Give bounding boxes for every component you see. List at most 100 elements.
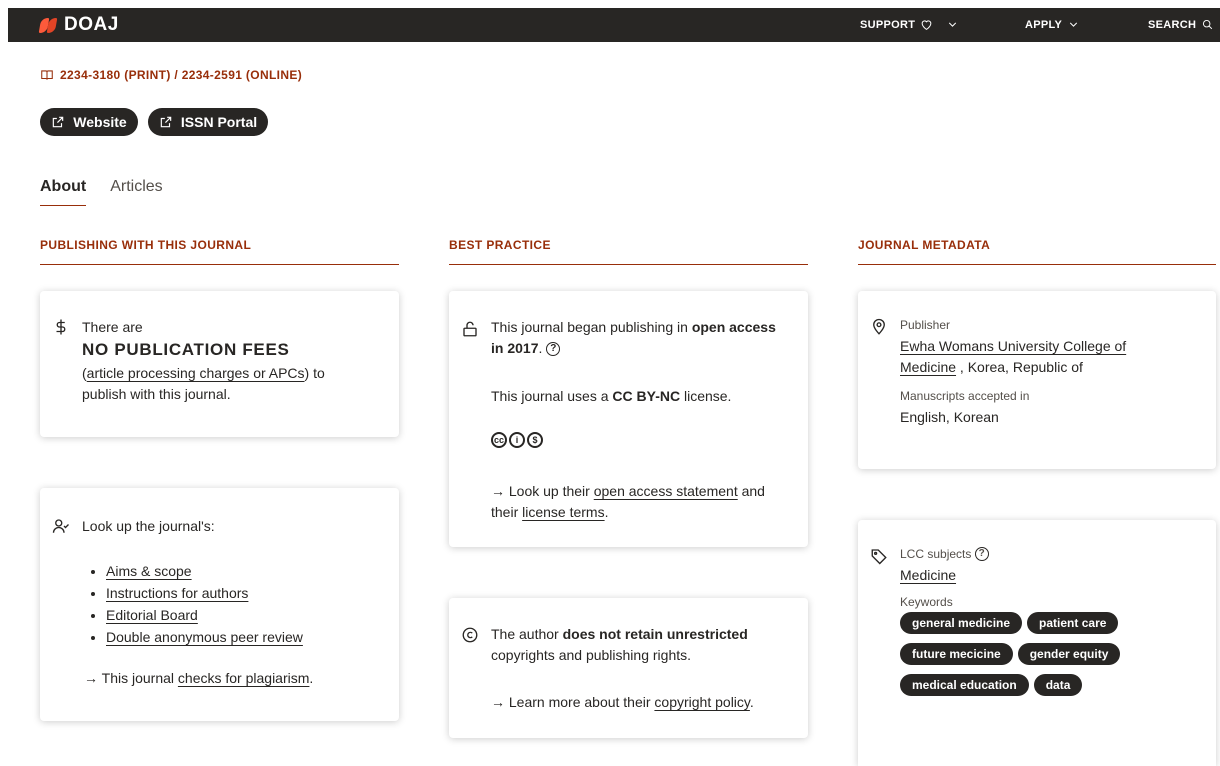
manuscripts-label: Manuscripts accepted in xyxy=(900,389,1030,403)
section-divider xyxy=(858,264,1216,265)
doaj-logo-icon xyxy=(38,16,60,34)
oa-lookup-text: → Look up their open access statement an… xyxy=(491,481,796,523)
oa-dot: . xyxy=(538,340,543,356)
list-item: Aims & scope xyxy=(106,560,303,582)
keywords-label: Keywords xyxy=(900,595,953,609)
publish-line: publish with this journal. xyxy=(82,386,231,402)
languages-value: English, Korean xyxy=(900,409,999,425)
copyright-icon xyxy=(462,627,478,643)
keywords-list: general medicine patient care future mecic… xyxy=(900,611,1150,704)
website-button[interactable]: Website xyxy=(40,108,138,136)
license-prefix: This journal uses a xyxy=(491,388,613,404)
plagiarism-link[interactable]: checks for plagiarism xyxy=(178,670,310,686)
keyword-tag[interactable]: future mecicine xyxy=(900,643,1013,665)
apc-link[interactable]: article processing charges or APCs xyxy=(87,365,305,381)
search-icon xyxy=(1203,19,1213,30)
publication-fees-card: There are NO PUBLICATION FEES (article p… xyxy=(40,291,399,437)
list-item: Instructions for authors xyxy=(106,582,303,604)
journal-links-list: Aims & scope Instructions for authors Ed… xyxy=(90,560,303,648)
apc-suffix: ) to xyxy=(304,365,325,381)
copyright-bold: does not retain unrestricted xyxy=(562,626,748,642)
publisher-card: Publisher Ewha Womans University College… xyxy=(858,291,1216,469)
plagiarism-suffix: . xyxy=(309,670,314,686)
lcc-subject-link[interactable]: Medicine xyxy=(900,567,956,583)
location-pin-icon xyxy=(873,318,885,335)
metadata-section-title: JOURNAL METADATA xyxy=(858,238,991,252)
issn-text: 2234-3180 (PRINT) / 2234-2591 (ONLINE) xyxy=(60,68,303,82)
search-label: SEARCH xyxy=(1148,18,1197,31)
oa-line-prefix: This journal began publishing in xyxy=(491,319,692,335)
editorial-board-link[interactable]: Editorial Board xyxy=(106,607,198,623)
license-text: This journal uses a CC BY-NC license. xyxy=(491,386,731,407)
keyword-tag[interactable]: general medicine xyxy=(900,612,1023,634)
support-menu[interactable]: SUPPORT xyxy=(860,18,959,31)
dollar-icon xyxy=(56,319,66,335)
cc-license-icons: cc i $ xyxy=(491,432,543,448)
chevron-down-icon xyxy=(949,22,957,27)
section-divider xyxy=(40,264,399,265)
copyright-card: The author does not retain unrestricted c… xyxy=(449,598,808,738)
keyword-tag[interactable]: patient care xyxy=(1027,612,1119,634)
copyright-policy-link[interactable]: copyright policy xyxy=(654,694,749,710)
logo-text: DOAJ xyxy=(64,14,119,35)
heart-icon xyxy=(921,20,932,30)
doaj-logo[interactable]: DOAJ xyxy=(38,14,119,36)
book-icon xyxy=(41,70,53,80)
keyword-tag[interactable]: data xyxy=(1033,674,1083,696)
publisher-link-line1[interactable]: Ewha Womans University College of xyxy=(900,338,1126,354)
copyright-prefix: The author xyxy=(491,626,563,642)
apply-label: APPLY xyxy=(1025,18,1063,31)
cc-icon: cc xyxy=(491,432,507,448)
best-practice-section-title: BEST PRACTICE xyxy=(449,238,551,252)
help-icon[interactable]: ? xyxy=(974,547,989,561)
oa-lookup-prefix: → Look up their xyxy=(491,483,594,499)
section-divider xyxy=(449,264,808,265)
publishing-section-title: PUBLISHING WITH THIS JOURNAL xyxy=(40,238,252,252)
license-terms-link[interactable]: license terms xyxy=(522,504,604,520)
external-link-icon xyxy=(53,116,64,128)
nc-icon: $ xyxy=(527,432,543,448)
instructions-link[interactable]: Instructions for authors xyxy=(106,585,248,601)
tab-about[interactable]: About xyxy=(40,178,87,206)
chevron-down-icon xyxy=(1070,22,1078,27)
keyword-tag[interactable]: gender equity xyxy=(1017,643,1121,665)
lookup-title: Look up the journal's: xyxy=(82,518,215,534)
no-fees-headline: NO PUBLICATION FEES xyxy=(82,340,290,359)
oa-start-text: This journal began publishing in open ac… xyxy=(491,317,796,359)
apply-menu[interactable]: APPLY xyxy=(1025,18,1080,31)
publisher-location: , Korea, Republic of xyxy=(956,359,1083,375)
oa-and: and xyxy=(737,483,765,499)
plagiarism-prefix: → This journal xyxy=(84,670,178,686)
lcc-label: LCC subjects xyxy=(900,547,972,561)
oa-statement-link[interactable]: open access statement xyxy=(594,483,738,499)
fees-intro: There are xyxy=(82,319,143,335)
by-icon: i xyxy=(509,432,525,448)
peer-review-link[interactable]: Double anonymous peer review xyxy=(106,629,303,645)
oa-bold-open-access: open access xyxy=(691,319,776,335)
aims-scope-link[interactable]: Aims & scope xyxy=(106,563,192,579)
publisher-label: Publisher xyxy=(900,318,951,332)
issn-line: 2234-3180 (PRINT) / 2234-2591 (ONLINE) xyxy=(40,68,302,82)
journal-lookup-card: Look up the journal's: Aims & scope Inst… xyxy=(40,488,399,721)
publisher-link-line2[interactable]: Medicine xyxy=(900,359,956,375)
tab-articles[interactable]: Articles xyxy=(110,178,162,206)
learn-prefix: → Learn more about their xyxy=(491,694,655,710)
keyword-tag[interactable]: medical education xyxy=(900,674,1029,696)
help-icon[interactable]: ? xyxy=(546,342,561,356)
copyright-text: The author does not retain unrestricted c… xyxy=(491,624,796,666)
license-suffix: license. xyxy=(680,388,732,404)
oa-their: their xyxy=(491,504,523,520)
plagiarism-line: → This journal checks for plagiarism. xyxy=(84,668,313,689)
license-type: CC BY-NC xyxy=(612,388,681,404)
oa-period: . xyxy=(604,504,609,520)
issn-portal-button[interactable]: ISSN Portal xyxy=(148,108,268,136)
support-label: SUPPORT xyxy=(860,18,916,31)
user-check-icon xyxy=(52,519,69,533)
list-item: Editorial Board xyxy=(106,604,303,626)
search-menu[interactable]: SEARCH xyxy=(1148,18,1214,31)
copyright-learn-more: → Learn more about their copyright polic… xyxy=(491,692,754,713)
journal-tabs: About Articles xyxy=(40,178,163,206)
unlock-icon xyxy=(463,321,477,337)
copyright-line2: copyrights and publishing rights. xyxy=(491,647,692,663)
website-label: Website xyxy=(73,114,127,130)
